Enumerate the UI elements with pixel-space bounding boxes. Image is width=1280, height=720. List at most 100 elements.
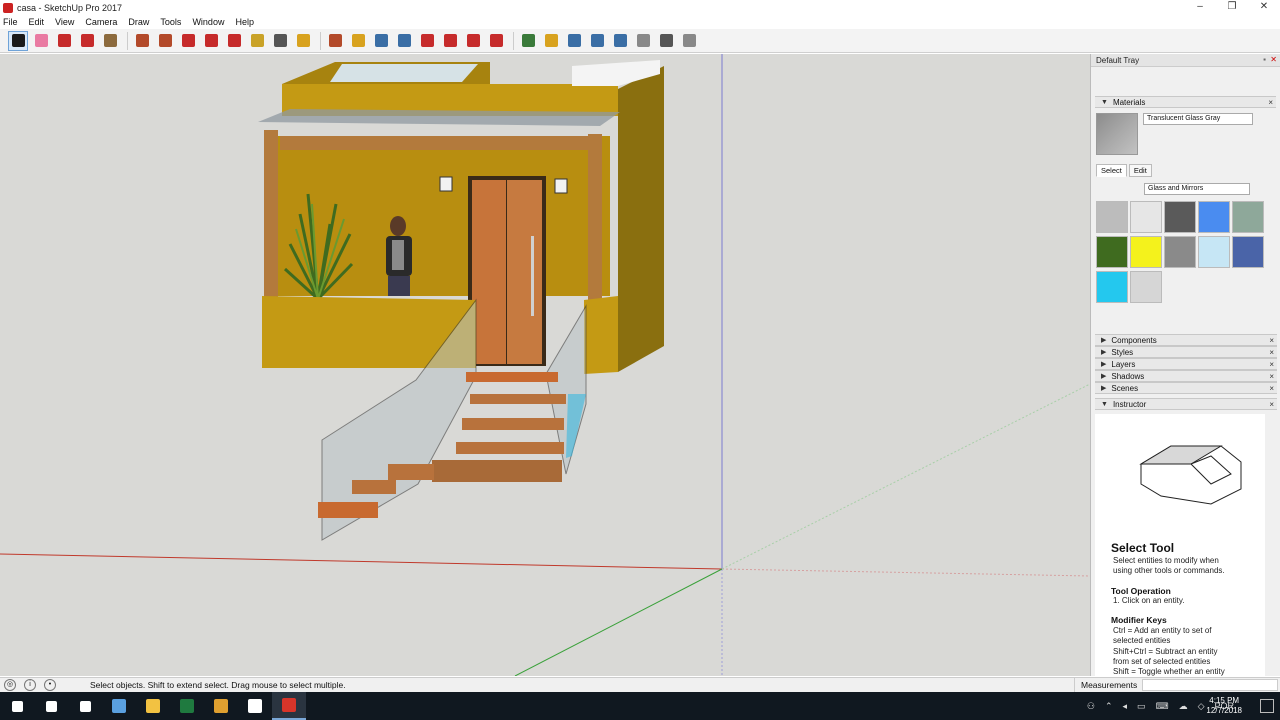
extension-tool-button[interactable]	[440, 31, 460, 51]
pin-icon[interactable]: ▪	[1263, 55, 1266, 64]
eraser-tool-button[interactable]	[31, 31, 51, 51]
tab-select[interactable]: Select	[1096, 164, 1127, 177]
material-swatch[interactable]	[1130, 201, 1162, 233]
menu-window[interactable]: Window	[192, 17, 224, 27]
line-tool-button[interactable]	[54, 31, 74, 51]
zoom-tool-button[interactable]	[371, 31, 391, 51]
material-swatch[interactable]	[1096, 236, 1128, 268]
collection-dropdown[interactable]: Glass and Mirrors	[1144, 183, 1250, 195]
look-around-tool-button[interactable]	[656, 31, 676, 51]
pan-view-tool-button[interactable]	[541, 31, 561, 51]
geo-location-icon[interactable]: ◎	[4, 679, 16, 691]
close-section-icon[interactable]: ×	[1269, 336, 1274, 345]
offset-tool-button[interactable]	[155, 31, 175, 51]
menu-draw[interactable]: Draw	[128, 17, 149, 27]
taskbar-excel-button[interactable]	[170, 692, 204, 720]
taskbar-app-settings-button[interactable]	[102, 692, 136, 720]
door-right-panel[interactable]	[507, 180, 542, 364]
close-section-icon[interactable]: ×	[1269, 384, 1274, 393]
tape-measure-tool-button[interactable]	[247, 31, 267, 51]
instructor-section-header[interactable]: ▼ Instructor ×	[1095, 398, 1277, 410]
battery-icon[interactable]: ▭	[1137, 701, 1146, 712]
zoom-fit-tool-button[interactable]	[610, 31, 630, 51]
info-icon[interactable]: i	[24, 679, 36, 691]
clock[interactable]: 4:15 PM 12/7/2018	[1206, 696, 1242, 716]
move-tool-button[interactable]	[178, 31, 198, 51]
taskbar-chrome-button[interactable]	[204, 692, 238, 720]
section-styles[interactable]: ▶ Styles ×	[1095, 346, 1277, 358]
close-section-icon[interactable]: ×	[1269, 372, 1274, 381]
network-icon[interactable]: ◇	[1198, 701, 1205, 712]
arc-tool-button[interactable]	[77, 31, 97, 51]
walk-tool-button[interactable]	[679, 31, 699, 51]
menu-help[interactable]: Help	[235, 17, 254, 27]
material-swatch[interactable]	[1198, 201, 1230, 233]
pergola-glass[interactable]	[258, 109, 620, 126]
menu-file[interactable]: File	[3, 17, 18, 27]
wall-lamp-left[interactable]	[439, 176, 453, 192]
minimize-icon[interactable]: –	[1184, 0, 1216, 15]
material-swatch[interactable]	[1130, 236, 1162, 268]
close-section-icon[interactable]: ×	[1269, 348, 1274, 357]
ruby-tool-button[interactable]	[486, 31, 506, 51]
balcony-side[interactable]	[584, 296, 618, 374]
taskbar-search-button[interactable]	[34, 692, 68, 720]
menu-tools[interactable]: Tools	[160, 17, 181, 27]
house-side-wall[interactable]	[618, 66, 664, 372]
section-layers[interactable]: ▶ Layers ×	[1095, 358, 1277, 370]
material-swatch[interactable]	[1164, 201, 1196, 233]
skylight[interactable]	[330, 64, 478, 82]
text-tool-button[interactable]	[270, 31, 290, 51]
materials-section-header[interactable]: ▼ Materials ×	[1095, 96, 1276, 108]
scale-tool-button[interactable]	[224, 31, 244, 51]
material-swatch[interactable]	[1096, 201, 1128, 233]
door-handle[interactable]	[531, 236, 534, 316]
pergola-post-right[interactable]	[588, 134, 602, 302]
maximize-icon[interactable]: ❐	[1216, 0, 1248, 15]
rectangle-tool-button[interactable]	[100, 31, 120, 51]
material-swatch[interactable]	[1164, 236, 1196, 268]
glass-railing-edge[interactable]	[566, 394, 586, 458]
zoom-window-tool-button[interactable]	[587, 31, 607, 51]
taskbar-task-view-button[interactable]	[68, 692, 102, 720]
pergola-beam[interactable]	[280, 136, 600, 150]
section-components[interactable]: ▶ Components ×	[1095, 334, 1277, 346]
close-section-icon[interactable]: ×	[1269, 400, 1274, 409]
taskbar-sketchup-button[interactable]	[272, 692, 306, 720]
material-swatch[interactable]	[1232, 201, 1264, 233]
taskbar-file-explorer-button[interactable]	[136, 692, 170, 720]
orbit-view-tool-button[interactable]	[518, 31, 538, 51]
tab-edit[interactable]: Edit	[1128, 164, 1152, 177]
close-section-icon[interactable]: ×	[1268, 98, 1273, 107]
drawing-viewport[interactable]	[0, 54, 1090, 676]
menu-edit[interactable]: Edit	[29, 17, 45, 27]
orbit-tool-button[interactable]	[325, 31, 345, 51]
rotate-tool-button[interactable]	[201, 31, 221, 51]
pergola-post-left[interactable]	[264, 130, 278, 300]
layout-tool-button[interactable]	[463, 31, 483, 51]
volume-icon[interactable]: ◂	[1123, 701, 1128, 712]
close-tray-icon[interactable]: ✕	[1270, 55, 1277, 64]
cloud-icon[interactable]: ☁	[1179, 701, 1188, 712]
material-swatch[interactable]	[1232, 236, 1264, 268]
taskbar-start-button[interactable]	[0, 692, 34, 720]
material-swatch[interactable]	[1096, 271, 1128, 303]
position-camera-tool-button[interactable]	[633, 31, 653, 51]
material-swatch[interactable]	[1198, 236, 1230, 268]
close-icon[interactable]: ✕	[1248, 0, 1280, 15]
model-scene[interactable]	[0, 54, 1090, 676]
zoom-view-tool-button[interactable]	[564, 31, 584, 51]
measurements-input[interactable]	[1142, 679, 1278, 691]
material-preview[interactable]	[1096, 113, 1138, 155]
push-pull-tool-button[interactable]	[132, 31, 152, 51]
menu-view[interactable]: View	[55, 17, 74, 27]
close-section-icon[interactable]: ×	[1269, 360, 1274, 369]
warehouse-tool-button[interactable]	[417, 31, 437, 51]
notifications-icon[interactable]	[1260, 699, 1274, 713]
pan-tool-button[interactable]	[348, 31, 368, 51]
keyboard-icon[interactable]: ⌨	[1156, 701, 1169, 712]
material-swatch[interactable]	[1130, 271, 1162, 303]
show-hidden-icons[interactable]: ⌃	[1105, 701, 1113, 712]
section-scenes[interactable]: ▶ Scenes ×	[1095, 382, 1277, 394]
door-left-panel[interactable]	[472, 180, 506, 364]
